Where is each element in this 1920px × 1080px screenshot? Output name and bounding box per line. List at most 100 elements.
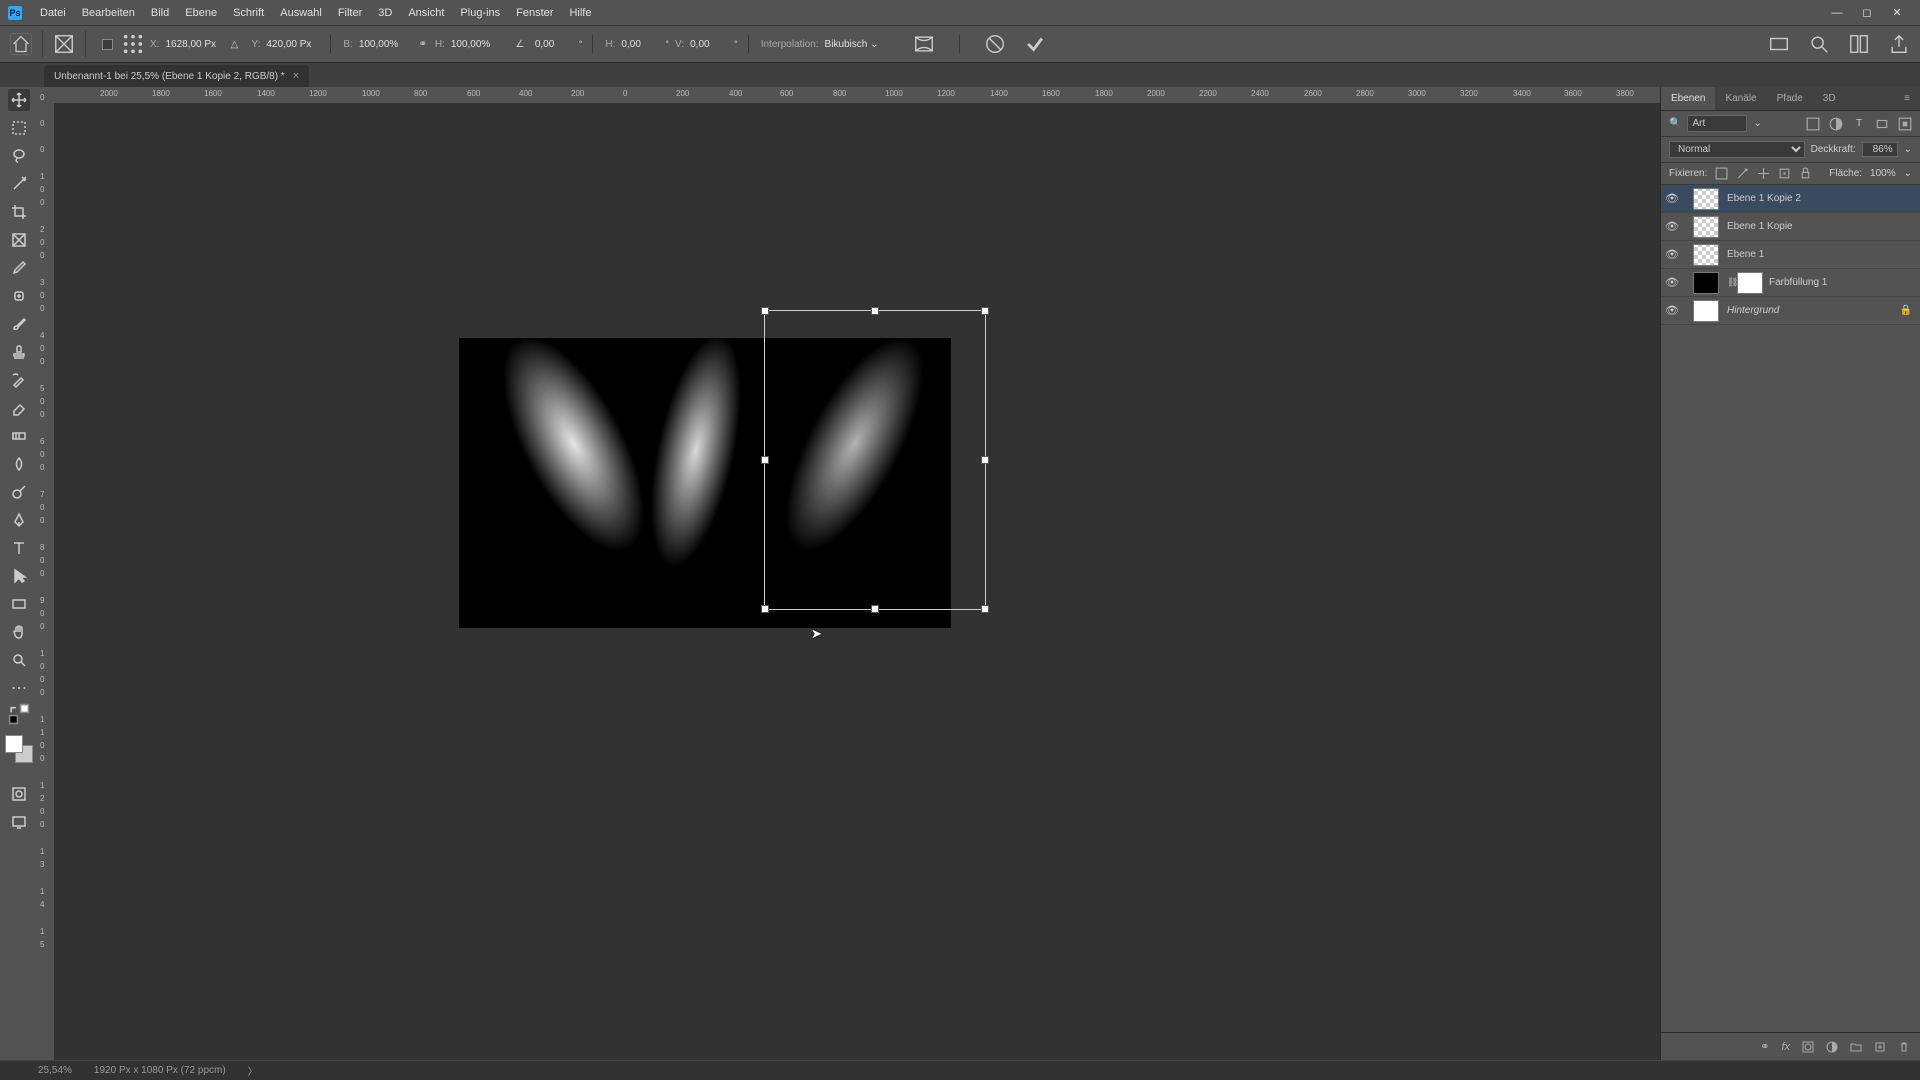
- crop-tool[interactable]: [8, 201, 30, 223]
- layer-visibility-toggle[interactable]: 👁: [1661, 276, 1683, 289]
- w-value[interactable]: 100,00%: [359, 37, 413, 52]
- skewh-value[interactable]: 0,00: [621, 37, 661, 52]
- lasso-tool[interactable]: [8, 145, 30, 167]
- layer-thumbnail[interactable]: [1693, 188, 1719, 210]
- layer-thumbnail[interactable]: [1693, 216, 1719, 238]
- tab-pfade[interactable]: Pfade: [1767, 87, 1813, 110]
- marquee-tool[interactable]: [8, 117, 30, 139]
- transform-bounding-box[interactable]: [764, 310, 986, 610]
- transform-handle-mr[interactable]: [981, 456, 989, 464]
- commit-transform-button[interactable]: [1024, 33, 1046, 55]
- layer-mask-icon[interactable]: [1802, 1041, 1814, 1053]
- menu-datei[interactable]: Datei: [32, 7, 74, 19]
- layer-visibility-toggle[interactable]: 👁: [1661, 304, 1683, 317]
- layer-visibility-toggle[interactable]: 👁: [1661, 192, 1683, 205]
- layer-row[interactable]: 👁⛓Farbfüllung 1: [1661, 269, 1920, 297]
- fill-input[interactable]: 100%: [1870, 168, 1896, 179]
- edit-toolbar-button[interactable]: ⋯: [8, 677, 30, 699]
- warp-mode-icon[interactable]: [913, 33, 935, 55]
- fill-dropdown-icon[interactable]: ⌄: [1904, 168, 1912, 179]
- document-tab[interactable]: Unbenannt-1 bei 25,5% (Ebene 1 Kopie 2, …: [44, 65, 309, 87]
- status-chevron-icon[interactable]: 〉: [248, 1063, 258, 1078]
- menu-3d[interactable]: 3D: [370, 7, 400, 19]
- path-select-tool[interactable]: [8, 565, 30, 587]
- eraser-tool[interactable]: [8, 397, 30, 419]
- search-icon[interactable]: [1808, 33, 1830, 55]
- status-zoom[interactable]: 25,54%: [38, 1065, 72, 1076]
- group-icon[interactable]: [1850, 1041, 1862, 1053]
- filter-dropdown-icon[interactable]: ⌄: [1753, 118, 1761, 129]
- menu-bearbeiten[interactable]: Bearbeiten: [74, 7, 143, 19]
- filter-pixel-icon[interactable]: [1806, 117, 1820, 131]
- layer-thumbnail[interactable]: [1693, 244, 1719, 266]
- menu-bild[interactable]: Bild: [143, 7, 177, 19]
- color-swatches[interactable]: [5, 735, 33, 763]
- heal-tool[interactable]: [8, 285, 30, 307]
- tab-ebenen[interactable]: Ebenen: [1661, 87, 1715, 110]
- layer-visibility-toggle[interactable]: 👁: [1661, 220, 1683, 233]
- opacity-dropdown-icon[interactable]: ⌄: [1904, 144, 1912, 155]
- menu-fenster[interactable]: Fenster: [508, 7, 561, 19]
- menu-plugins[interactable]: Plug-ins: [452, 7, 508, 19]
- menu-filter[interactable]: Filter: [330, 7, 370, 19]
- opacity-input[interactable]: 86%: [1862, 142, 1898, 157]
- lock-all-icon[interactable]: [1799, 167, 1812, 180]
- new-layer-icon[interactable]: [1874, 1041, 1886, 1053]
- zoom-tool[interactable]: [8, 649, 30, 671]
- triangle-icon[interactable]: △: [223, 33, 245, 55]
- eyedropper-tool[interactable]: [8, 257, 30, 279]
- blur-tool[interactable]: [8, 453, 30, 475]
- transform-handle-tc[interactable]: [871, 307, 879, 315]
- quickmask-button[interactable]: [8, 783, 30, 805]
- home-button[interactable]: [10, 33, 32, 55]
- dodge-tool[interactable]: [8, 481, 30, 503]
- filter-shape-icon[interactable]: [1875, 117, 1889, 131]
- move-tool[interactable]: [8, 89, 30, 111]
- transform-handle-ml[interactable]: [761, 456, 769, 464]
- filter-type-icon[interactable]: T: [1852, 117, 1866, 131]
- frame-tool[interactable]: [8, 229, 30, 251]
- lock-pixels-icon[interactable]: [1715, 167, 1728, 180]
- layer-row[interactable]: 👁 Ebene 1 Kopie: [1661, 213, 1920, 241]
- layer-filter-input[interactable]: [1687, 115, 1747, 132]
- rectangle-tool[interactable]: [8, 593, 30, 615]
- adjustment-layer-icon[interactable]: [1826, 1041, 1838, 1053]
- layer-visibility-toggle[interactable]: 👁: [1661, 248, 1683, 261]
- layer-row[interactable]: 👁 Ebene 1: [1661, 241, 1920, 269]
- tab-kanaele[interactable]: Kanäle: [1715, 87, 1766, 110]
- lock-artboard-icon[interactable]: [1778, 167, 1791, 180]
- layer-row[interactable]: 👁Hintergrund🔒: [1661, 297, 1920, 325]
- gradient-tool[interactable]: [8, 425, 30, 447]
- swap-colors-icon[interactable]: [8, 705, 30, 723]
- skewv-value[interactable]: 0,00: [690, 37, 730, 52]
- panel-menu-icon[interactable]: ≡: [1894, 87, 1920, 110]
- cloud-docs-icon[interactable]: [1768, 33, 1790, 55]
- transform-handle-bc[interactable]: [871, 605, 879, 613]
- filter-adjust-icon[interactable]: [1829, 117, 1843, 131]
- blend-mode-dropdown[interactable]: Normal: [1669, 141, 1805, 158]
- transform-handle-bl[interactable]: [761, 605, 769, 613]
- layer-name[interactable]: Ebene 1: [1727, 249, 1914, 260]
- delete-layer-icon[interactable]: [1898, 1041, 1910, 1053]
- layer-name[interactable]: Ebene 1 Kopie: [1727, 221, 1914, 232]
- layer-mask-link-icon[interactable]: ⛓: [1727, 277, 1737, 288]
- reference-point-icon[interactable]: [96, 33, 118, 55]
- hand-tool[interactable]: [8, 621, 30, 643]
- transform-icon[interactable]: [53, 33, 75, 55]
- x-value[interactable]: 1628,00 Px: [165, 37, 219, 52]
- layer-name[interactable]: Hintergrund: [1727, 305, 1898, 316]
- layer-mask-thumbnail[interactable]: [1737, 272, 1763, 294]
- link-wh-icon[interactable]: ⚭: [417, 39, 429, 50]
- window-close-button[interactable]: ✕: [1882, 6, 1912, 19]
- share-icon[interactable]: [1888, 33, 1910, 55]
- filter-smart-icon[interactable]: [1898, 117, 1912, 131]
- layer-name[interactable]: Ebene 1 Kopie 2: [1727, 193, 1914, 204]
- magic-wand-tool[interactable]: [8, 173, 30, 195]
- window-restore-button[interactable]: ◻: [1852, 6, 1882, 19]
- layer-thumbnail[interactable]: [1693, 300, 1719, 322]
- menu-schrift[interactable]: Schrift: [225, 7, 272, 19]
- transform-handle-tr[interactable]: [981, 307, 989, 315]
- brush-tool[interactable]: [8, 313, 30, 335]
- transform-handle-tl[interactable]: [761, 307, 769, 315]
- layer-row[interactable]: 👁 Ebene 1 Kopie 2: [1661, 185, 1920, 213]
